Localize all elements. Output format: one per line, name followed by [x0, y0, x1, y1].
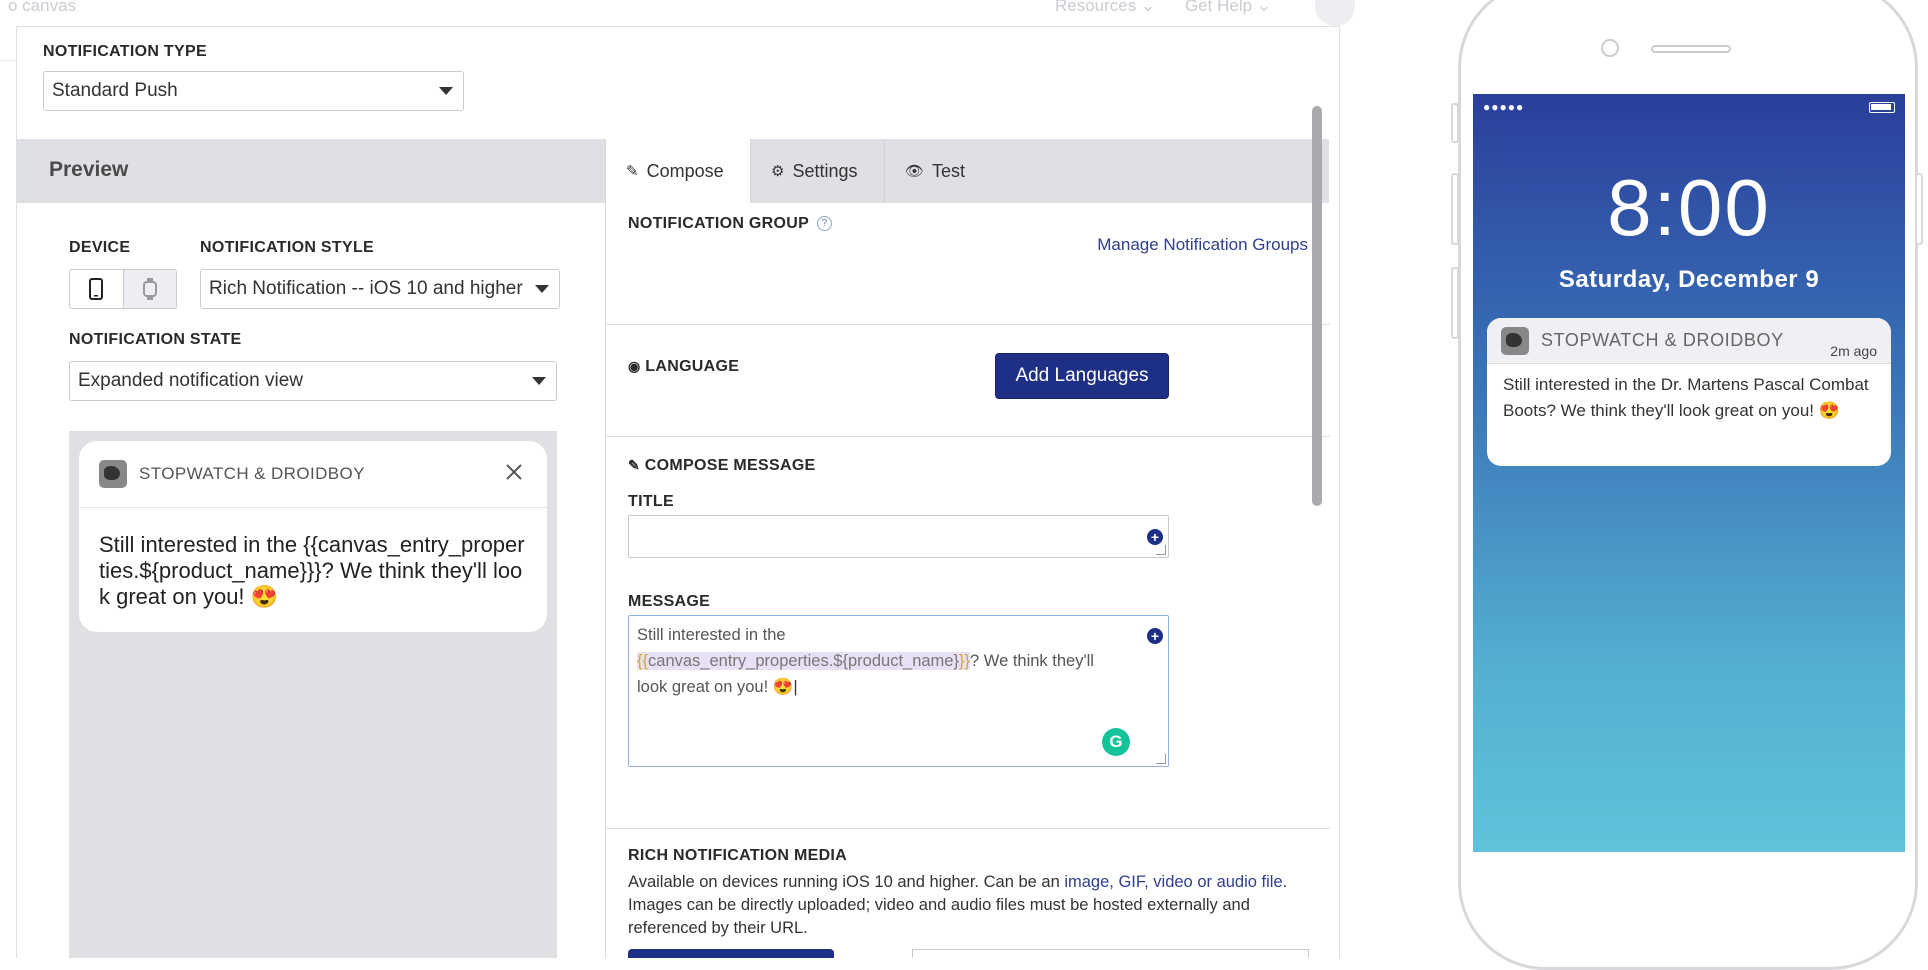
media-types-link[interactable]: image, GIF, video or audio file	[1064, 873, 1282, 891]
caret-down-icon	[439, 87, 453, 95]
media-url-input[interactable]	[912, 949, 1309, 958]
signal-icon: ●●●●●	[1483, 100, 1525, 114]
notification-state-select[interactable]: Expanded notification view	[69, 361, 557, 401]
phone-camera	[1601, 39, 1619, 57]
background-sidebar	[0, 60, 16, 260]
notification-style-value: Rich Notification -- iOS 10 and higher	[209, 278, 523, 299]
manage-notification-groups-link[interactable]: Manage Notification Groups	[1097, 235, 1308, 255]
caret-down-icon	[532, 377, 546, 385]
resize-handle[interactable]	[1156, 545, 1166, 555]
app-name: STOPWATCH & DROIDBOY	[1541, 330, 1784, 350]
language-label: ◉ LANGUAGE	[628, 358, 740, 375]
expanded-notification-card: STOPWATCH & DROIDBOY Still interested in…	[79, 441, 547, 632]
phone-speaker	[1651, 45, 1731, 53]
message-editor-panel: NOTIFICATION TYPE Standard Push Preview …	[16, 26, 1340, 958]
lock-screen-time: 8:00	[1607, 163, 1771, 252]
preview-title: Preview	[49, 158, 129, 181]
notification-card-message: Still interested in the {{canvas_entry_p…	[99, 532, 525, 609]
add-personalization-icon[interactable]: +	[1147, 628, 1163, 644]
rich-media-description: Available on devices running iOS 10 and …	[628, 873, 1288, 937]
background-header: o canvas Resources ⌄ Get Help ⌄	[0, 0, 1355, 26]
add-languages-button[interactable]: Add Languages	[995, 353, 1169, 399]
rich-notification-media-label: RICH NOTIFICATION MEDIA	[628, 847, 848, 864]
grammarly-icon[interactable]: G	[1102, 728, 1130, 756]
notification-type-value: Standard Push	[52, 80, 178, 101]
compose-panel: NOTIFICATION GROUP? Manage Notification …	[605, 203, 1330, 958]
get-help-menu[interactable]: Get Help ⌄	[1185, 0, 1271, 16]
phone-side-button	[1451, 173, 1459, 245]
tab-compose-label: Compose	[646, 160, 724, 181]
caret-down-icon	[535, 285, 549, 293]
upload-button[interactable]	[628, 949, 834, 958]
notification-card-header: STOPWATCH & DROIDBOY	[79, 441, 547, 508]
phone-device-button[interactable]	[70, 270, 124, 308]
notification-style-label: NOTIFICATION STYLE	[200, 239, 374, 256]
close-icon[interactable]	[505, 463, 523, 481]
lock-notification-header: STOPWATCH & DROIDBOY 2m ago	[1487, 318, 1891, 364]
watch-device-button[interactable]	[123, 270, 176, 308]
resize-handle[interactable]	[1156, 754, 1166, 764]
notification-preview-area: STOPWATCH & DROIDBOY Still interested in…	[69, 431, 557, 958]
phone-side-button	[1451, 103, 1459, 143]
phone-icon	[89, 278, 104, 300]
tab-settings-label: Settings	[792, 160, 858, 181]
device-label: DEVICE	[69, 239, 131, 256]
scrollbar-thumb[interactable]	[1312, 106, 1322, 506]
pencil-icon: ✎	[626, 163, 639, 180]
tab-test-label: Test	[932, 160, 966, 181]
app-icon	[99, 460, 127, 488]
tab-settings[interactable]: ⚙ Settings	[751, 139, 885, 203]
notification-group-label: NOTIFICATION GROUP?	[628, 215, 833, 233]
notification-type-label: NOTIFICATION TYPE	[43, 43, 207, 60]
eye-icon: 👁	[905, 163, 925, 180]
notification-state-value: Expanded notification view	[78, 370, 303, 391]
lock-screen-date: Saturday, December 9	[1558, 266, 1820, 293]
add-personalization-icon[interactable]: +	[1147, 529, 1163, 545]
watch-icon	[142, 278, 157, 300]
gear-icon: ⚙	[771, 163, 785, 180]
liquid-tag-highlight: {{canvas_entry_properties.${product_name…	[637, 652, 971, 670]
message-label: MESSAGE	[628, 593, 711, 610]
device-toggle	[69, 269, 177, 309]
background-breadcrumb: o canvas	[8, 0, 77, 15]
tab-compose[interactable]: ✎ Compose	[605, 139, 751, 203]
lock-notification-message: Still interested in the Dr. Martens Pasc…	[1503, 375, 1869, 420]
notification-timestamp: 2m ago	[1830, 343, 1877, 359]
notification-state-label: NOTIFICATION STATE	[69, 331, 242, 348]
lock-screen-notification: STOPWATCH & DROIDBOY 2m ago Still intere…	[1487, 318, 1891, 466]
notification-type-select[interactable]: Standard Push	[43, 71, 464, 111]
resources-menu[interactable]: Resources ⌄	[1055, 0, 1155, 16]
message-text: Still interested in the {{canvas_entry_p…	[637, 626, 1094, 696]
notification-style-select[interactable]: Rich Notification -- iOS 10 and higher	[200, 269, 560, 309]
help-icon[interactable]: ?	[817, 216, 833, 231]
message-textarea[interactable]: Still interested in the {{canvas_entry_p…	[628, 615, 1169, 767]
battery-icon	[1869, 102, 1895, 113]
tab-test[interactable]: 👁 Test	[885, 139, 985, 203]
app-icon	[1501, 326, 1529, 355]
compose-message-label: ✎ COMPOSE MESSAGE	[628, 457, 816, 474]
editor-tabs: ✎ Compose ⚙ Settings 👁 Test	[605, 139, 1329, 203]
preview-header: Preview	[17, 139, 605, 203]
compose-message-section: ✎ COMPOSE MESSAGE TITLE + MESSAGE Still …	[606, 437, 1330, 829]
phone-side-button	[1915, 173, 1923, 245]
language-section: ◉ LANGUAGE Add Languages	[606, 325, 1330, 437]
title-label: TITLE	[628, 493, 674, 510]
edit-icon: ✎	[628, 457, 641, 473]
title-input[interactable]: +	[628, 515, 1169, 558]
notification-group-section: NOTIFICATION GROUP? Manage Notification …	[606, 203, 1330, 325]
globe-icon: ◉	[628, 358, 641, 374]
phone-lock-screen: ●●●●● 8:00 Saturday, December 9 STOPWATC…	[1473, 94, 1905, 852]
avatar[interactable]	[1315, 0, 1355, 26]
phone-side-button	[1451, 267, 1459, 339]
app-name: STOPWATCH & DROIDBOY	[139, 464, 365, 483]
